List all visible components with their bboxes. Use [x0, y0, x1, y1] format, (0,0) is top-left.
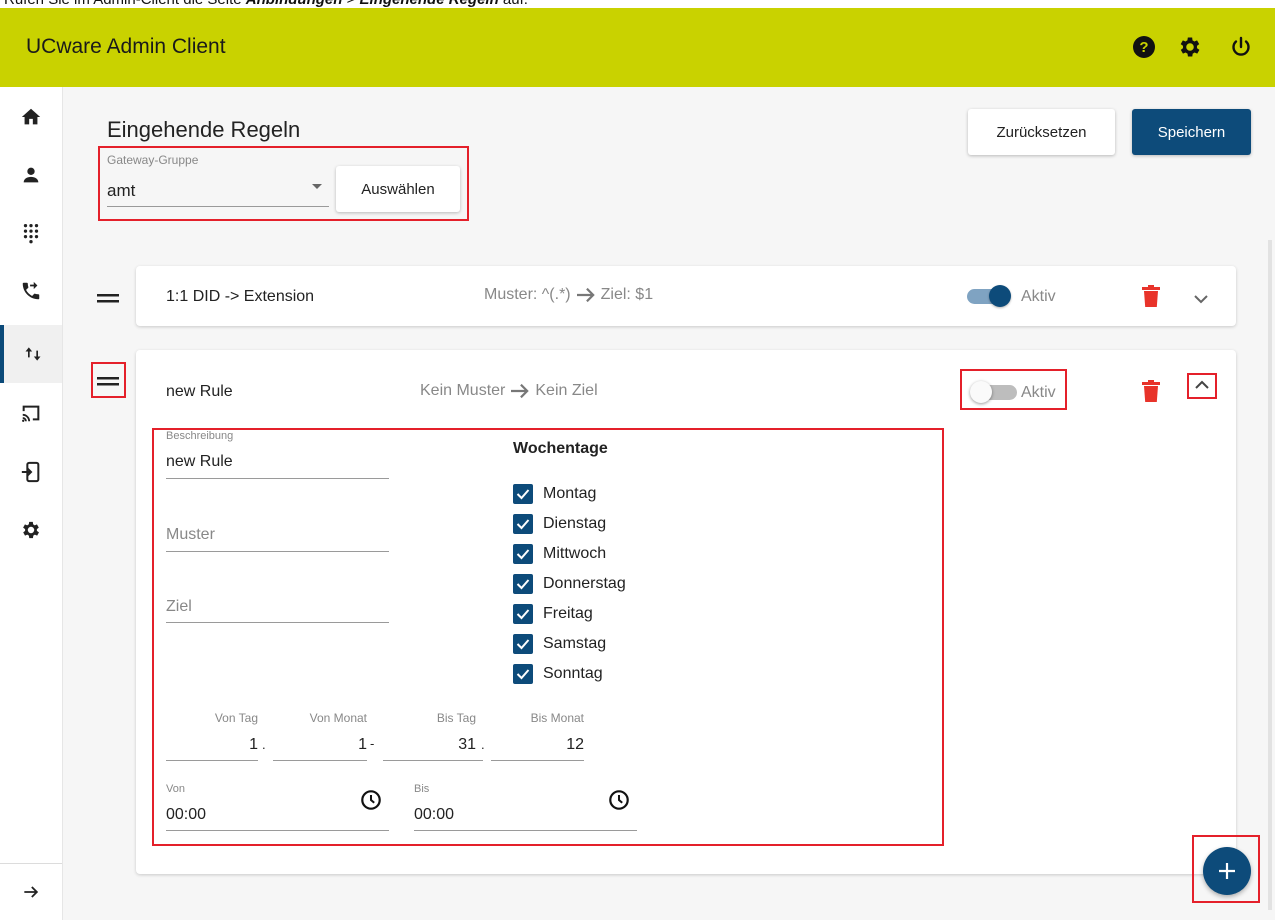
clock-icon[interactable]	[608, 789, 630, 816]
sidebar-item-device-login[interactable]	[0, 443, 62, 501]
weekday-checkbox-wednesday[interactable]: Mittwoch	[513, 544, 606, 564]
date-separator-dash: -	[370, 736, 375, 751]
pattern-input[interactable]: Muster	[166, 526, 215, 544]
sidebar-item-users[interactable]	[0, 146, 62, 204]
delete-icon[interactable]	[1142, 285, 1160, 312]
arrow-right-icon	[24, 886, 39, 898]
call-forward-icon	[22, 281, 40, 300]
time-to-label: Bis	[414, 783, 430, 795]
weekday-checkbox-saturday[interactable]: Samstag	[513, 634, 606, 654]
to-day-label: Bis Tag	[436, 711, 476, 725]
user-icon	[23, 167, 39, 183]
from-day-input[interactable]: 1	[166, 736, 258, 754]
device-login-icon	[21, 461, 40, 483]
time-from-underline	[166, 830, 389, 831]
save-button[interactable]: Speichern	[1132, 109, 1251, 155]
gear-icon	[23, 521, 39, 539]
rule-summary: Muster: ^(.*) Ziel: $1	[484, 286, 654, 303]
rule-active-toggle[interactable]	[967, 380, 1017, 406]
clock-icon[interactable]	[360, 789, 382, 816]
arrow-right-icon	[511, 383, 530, 399]
checkbox-checked-icon	[513, 514, 533, 534]
delete-icon[interactable]	[1142, 380, 1160, 407]
toggle-knob	[989, 285, 1011, 307]
drag-handle-icon[interactable]	[97, 374, 119, 392]
to-month-input[interactable]: 12	[491, 736, 584, 754]
to-month-label: Bis Monat	[530, 711, 584, 725]
sidebar-item-trunks[interactable]	[0, 325, 62, 383]
add-rule-button[interactable]	[1203, 847, 1251, 895]
to-month-underline	[491, 760, 584, 761]
from-month-underline	[273, 760, 367, 761]
rule-name: 1:1 DID -> Extension	[166, 288, 315, 305]
sidebar-expand-button[interactable]	[0, 867, 62, 917]
sidebar-item-home[interactable]	[0, 88, 62, 146]
description-input[interactable]: new Rule	[166, 453, 233, 471]
app-title: UCware Admin Client	[26, 35, 226, 58]
to-day-underline	[383, 760, 483, 761]
time-to-input[interactable]: 00:00	[414, 806, 454, 824]
gateway-select-button[interactable]: Auswählen	[336, 166, 460, 212]
plus-icon	[1219, 863, 1235, 879]
checkbox-checked-icon	[513, 484, 533, 504]
weekdays-title: Wochentage	[513, 440, 608, 457]
in-out-arrows-icon	[25, 347, 41, 361]
weekday-checkbox-thursday[interactable]: Donnerstag	[513, 574, 626, 594]
time-from-input[interactable]: 00:00	[166, 806, 206, 824]
reset-button[interactable]: Zurücksetzen	[968, 109, 1115, 155]
target-input[interactable]: Ziel	[166, 598, 192, 616]
weekday-checkbox-monday[interactable]: Montag	[513, 484, 596, 504]
checkbox-checked-icon	[513, 544, 533, 564]
date-separator-dot: .	[481, 737, 485, 752]
checkbox-checked-icon	[513, 574, 533, 594]
chevron-down-icon[interactable]	[1193, 292, 1209, 310]
drag-handle-icon[interactable]	[97, 291, 119, 309]
sidebar-item-call-forward[interactable]	[0, 262, 62, 320]
description-underline	[166, 478, 389, 479]
instruction-caption: Rufen Sie im Admin-Client die Seite Anbi…	[4, 0, 528, 8]
sidebar-item-settings[interactable]	[0, 501, 62, 559]
dropdown-arrow-icon[interactable]	[312, 184, 322, 189]
to-day-input[interactable]: 31	[383, 736, 476, 754]
cast-icon	[22, 405, 40, 422]
weekday-checkbox-friday[interactable]: Freitag	[513, 604, 593, 624]
sidebar-item-provisioning[interactable]	[0, 384, 62, 442]
weekday-checkbox-tuesday[interactable]: Dienstag	[513, 514, 606, 534]
chevron-up-icon[interactable]	[1194, 378, 1210, 396]
svg-text:?: ?	[1139, 39, 1148, 56]
rule-name: new Rule	[166, 383, 233, 400]
scrollbar[interactable]	[1268, 240, 1272, 910]
sidebar-divider	[0, 863, 62, 864]
active-label: Aktiv	[1021, 288, 1056, 305]
sidebar-item-dialpad[interactable]	[0, 204, 62, 262]
dialpad-icon	[23, 224, 39, 244]
rule-active-toggle[interactable]	[967, 284, 1017, 310]
from-month-label: Von Monat	[309, 711, 367, 725]
arrow-right-icon	[576, 287, 595, 303]
description-label: Beschreibung	[166, 430, 234, 442]
weekday-checkbox-sunday[interactable]: Sonntag	[513, 664, 603, 684]
from-day-label: Von Tag	[214, 711, 258, 725]
rule-summary: Kein Muster Kein Ziel	[420, 382, 598, 399]
time-to-underline	[414, 830, 637, 831]
toggle-knob	[970, 381, 992, 403]
from-month-input[interactable]: 1	[273, 736, 367, 754]
power-icon[interactable]	[1226, 32, 1256, 62]
settings-icon[interactable]	[1175, 32, 1205, 62]
from-day-underline	[166, 760, 258, 761]
page-title: Eingehende Regeln	[107, 117, 301, 142]
home-icon	[21, 108, 41, 125]
checkbox-checked-icon	[513, 634, 533, 654]
help-icon[interactable]: ?	[1129, 32, 1159, 62]
date-separator-dot: .	[262, 737, 266, 752]
gateway-select-underline	[107, 206, 329, 207]
checkbox-checked-icon	[513, 664, 533, 684]
gateway-select[interactable]: amt	[107, 181, 135, 201]
gateway-label: Gateway-Gruppe	[107, 153, 199, 167]
pattern-underline	[166, 551, 389, 552]
checkbox-checked-icon	[513, 604, 533, 624]
active-label: Aktiv	[1021, 384, 1056, 401]
time-from-label: Von	[166, 783, 185, 795]
target-underline	[166, 622, 389, 623]
